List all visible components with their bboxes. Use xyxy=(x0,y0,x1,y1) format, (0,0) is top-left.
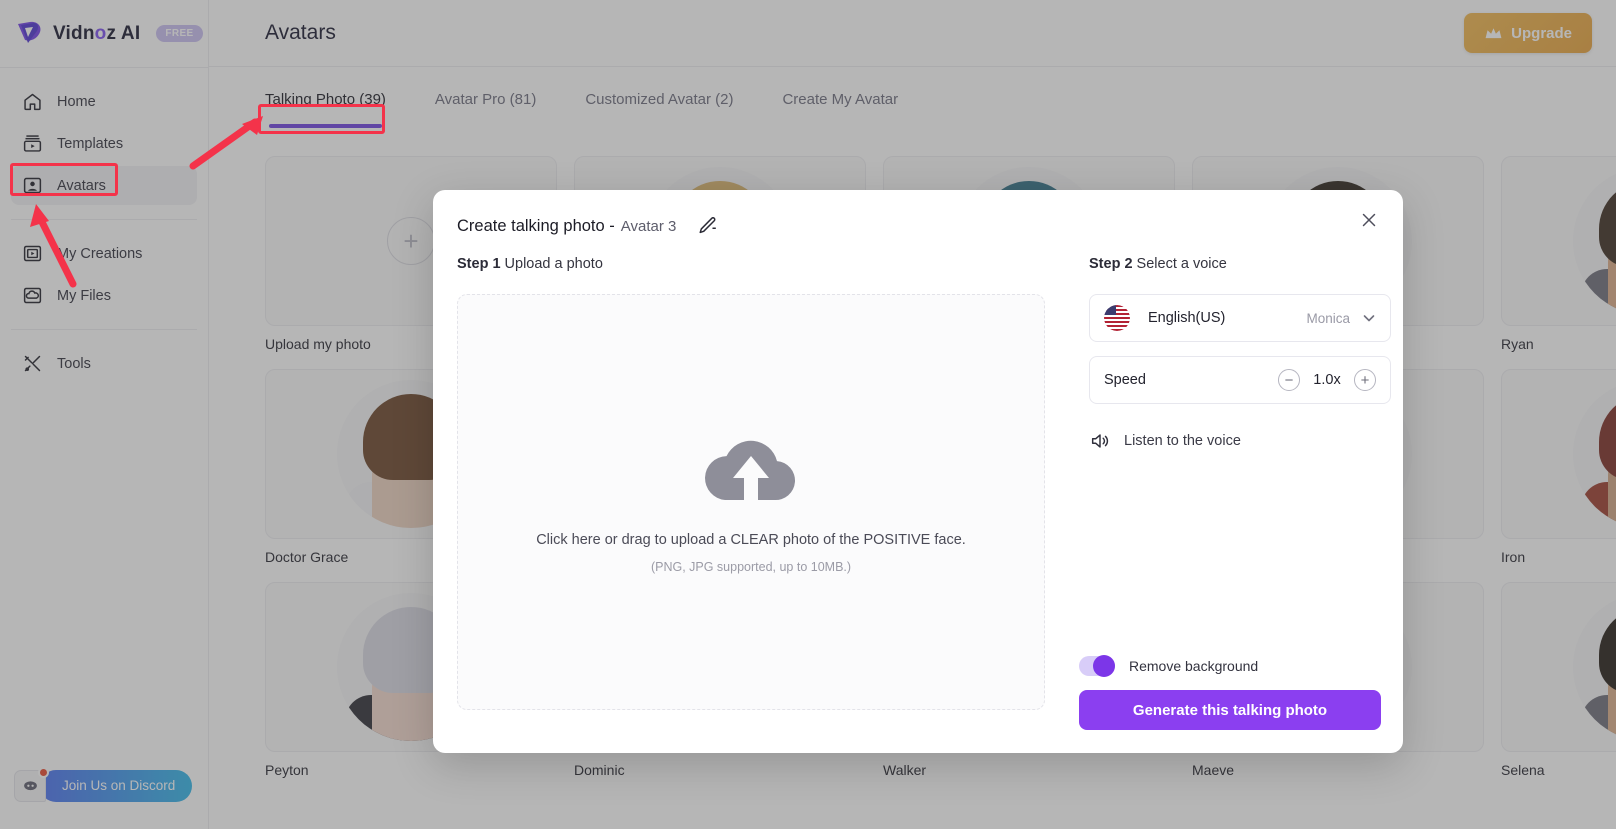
upload-dropzone[interactable]: Click here or drag to upload a CLEAR pho… xyxy=(457,294,1045,710)
step1-text: Upload a photo xyxy=(504,256,603,272)
listen-to-voice-button[interactable]: Listen to the voice xyxy=(1089,430,1391,452)
remove-background-label: Remove background xyxy=(1129,658,1259,674)
modal-avatar-name: Avatar 3 xyxy=(620,217,677,235)
voice-language-label: English(US) xyxy=(1148,310,1226,326)
speed-decrease-button[interactable]: − xyxy=(1278,369,1300,391)
create-talking-photo-modal: Create talking photo - Avatar 3 Step 1 U… xyxy=(433,190,1403,753)
voice-name-label: Monica xyxy=(1306,310,1350,326)
speed-value: 1.0x xyxy=(1313,372,1341,388)
dropzone-sub-text: (PNG, JPG supported, up to 10MB.) xyxy=(650,560,852,574)
speed-control: Speed − 1.0x + xyxy=(1089,356,1391,404)
generate-talking-photo-button[interactable]: Generate this talking photo xyxy=(1079,690,1381,730)
modal-body: Step 1 Upload a photo Click here or drag… xyxy=(433,246,1403,710)
remove-background-toggle[interactable] xyxy=(1079,655,1115,677)
step1-prefix: Step 1 xyxy=(457,256,501,272)
speed-stepper: − 1.0x + xyxy=(1278,369,1376,391)
flag-us-icon xyxy=(1104,305,1130,331)
step2-prefix: Step 2 xyxy=(1089,256,1133,272)
modal-right-column: Step 2 Select a voice English(US) Monica… xyxy=(1089,246,1391,710)
modal-header: Create talking photo - Avatar 3 xyxy=(433,190,1403,246)
speed-increase-button[interactable]: + xyxy=(1354,369,1376,391)
step2-label: Step 2 Select a voice xyxy=(1089,256,1391,272)
modal-title: Create talking photo - xyxy=(457,216,615,235)
modal-left-column: Step 1 Upload a photo Click here or drag… xyxy=(457,246,1045,710)
voice-select[interactable]: English(US) Monica xyxy=(1089,294,1391,342)
step2-text: Select a voice xyxy=(1136,256,1227,272)
toggle-knob xyxy=(1093,655,1115,677)
pencil-icon[interactable] xyxy=(696,215,718,237)
remove-background-row: Remove background xyxy=(1079,655,1259,677)
app-root: Vidnoz AI FREE Home Templates Avatars My… xyxy=(0,0,1616,829)
listen-to-voice-label: Listen to the voice xyxy=(1124,433,1241,449)
chevron-down-icon xyxy=(1362,311,1376,325)
cloud-upload-icon xyxy=(695,430,807,504)
dropzone-main-text: Click here or drag to upload a CLEAR pho… xyxy=(536,532,966,548)
close-icon[interactable] xyxy=(1357,208,1381,232)
step1-label: Step 1 Upload a photo xyxy=(457,256,1045,272)
speed-label: Speed xyxy=(1104,372,1146,388)
speaker-icon xyxy=(1089,430,1111,452)
